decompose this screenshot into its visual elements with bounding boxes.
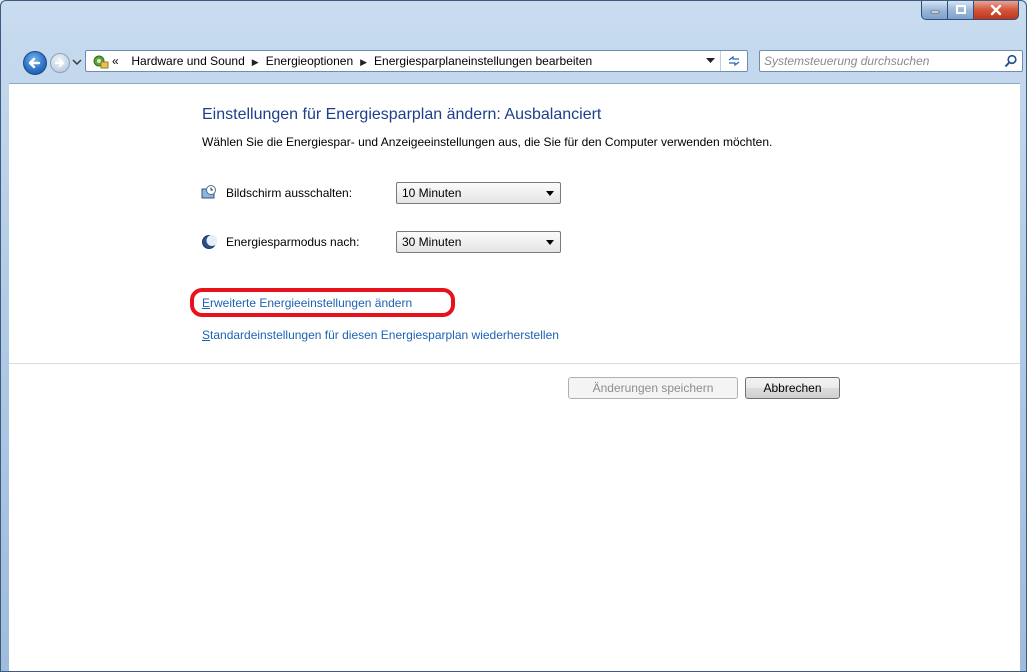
sleep-value: 30 Minuten xyxy=(402,235,462,249)
search-icon[interactable] xyxy=(1004,54,1018,68)
restore-link-accelerator: S xyxy=(202,328,211,342)
close-icon xyxy=(990,4,1002,16)
breadcrumb-separator-icon[interactable]: ▶ xyxy=(360,52,367,72)
control-panel-icon xyxy=(93,55,109,69)
display-off-value: 10 Minuten xyxy=(402,186,462,200)
forward-arrow-icon xyxy=(55,59,64,67)
refresh-icon xyxy=(728,55,740,67)
breadcrumb: « Hardware und Sound ▶ Energieoptionen ▶ Ene… xyxy=(112,51,592,71)
recent-pages-dropdown-icon[interactable] xyxy=(72,57,82,67)
chevron-down-icon xyxy=(546,191,554,196)
divider xyxy=(9,363,1020,364)
monitor-clock-icon xyxy=(201,185,216,199)
page-subtitle: Wählen Sie die Energiespar- und Anzeigee… xyxy=(202,135,773,149)
page-title: Einstellungen für Energiesparplan ändern… xyxy=(202,106,602,123)
breadcrumb-item-power-options[interactable]: Energieoptionen xyxy=(266,54,353,68)
display-off-label: Bildschirm ausschalten: xyxy=(226,186,353,200)
moon-sleep-icon xyxy=(202,235,217,249)
display-off-select[interactable]: 10 Minuten xyxy=(396,182,561,204)
address-bar[interactable]: « Hardware und Sound ▶ Energieoptionen ▶ Ene… xyxy=(85,50,748,72)
content-pane: Einstellungen für Energiesparplan ändern… xyxy=(9,83,1020,671)
minimize-icon xyxy=(930,10,939,14)
overflow-chevron[interactable]: « xyxy=(112,54,119,68)
setting-row-sleep: Energiesparmodus nach: 30 Minuten xyxy=(201,230,561,254)
advanced-link-accelerator: E xyxy=(202,296,211,310)
address-history-dropdown-icon[interactable] xyxy=(706,58,715,64)
chevron-down-icon xyxy=(546,240,554,245)
back-arrow-icon xyxy=(28,57,41,69)
search-input[interactable] xyxy=(764,53,994,69)
sleep-label: Energiesparmodus nach: xyxy=(226,235,360,249)
caption-buttons xyxy=(921,1,1019,21)
navigation-bar: « Hardware und Sound ▶ Energieoptionen ▶ Ene… xyxy=(1,45,1026,77)
maximize-button[interactable] xyxy=(948,1,974,20)
restore-defaults-link[interactable]: Standardeinstellungen für diesen Energie… xyxy=(202,328,559,342)
maximize-icon xyxy=(955,5,966,14)
explorer-window: « Hardware und Sound ▶ Energieoptionen ▶ Ene… xyxy=(0,0,1027,672)
save-changes-button[interactable]: Änderungen speichern xyxy=(568,377,738,399)
sleep-select[interactable]: 30 Minuten xyxy=(396,231,561,253)
close-button[interactable] xyxy=(974,1,1019,20)
search-box[interactable] xyxy=(759,50,1023,72)
back-button[interactable] xyxy=(23,51,47,75)
advanced-link-text: rweiterte Energieeinstellungen ändern xyxy=(210,296,413,310)
breadcrumb-item-hardware[interactable]: Hardware und Sound xyxy=(131,54,244,68)
forward-button[interactable] xyxy=(50,53,70,73)
breadcrumb-separator-icon[interactable]: ▶ xyxy=(252,52,259,72)
refresh-button[interactable] xyxy=(720,51,747,71)
breadcrumb-item-edit-plan[interactable]: Energiesparplaneinstellungen bearbeiten xyxy=(374,54,592,68)
setting-row-display-off: Bildschirm ausschalten: 10 Minuten xyxy=(201,181,561,205)
advanced-settings-link[interactable]: Erweiterte Energieeinstellungen ändern xyxy=(202,296,412,310)
cancel-button[interactable]: Abbrechen xyxy=(745,377,840,399)
restore-link-text: tandardeinstellungen für diesen Energies… xyxy=(210,328,559,342)
minimize-button[interactable] xyxy=(921,1,948,20)
